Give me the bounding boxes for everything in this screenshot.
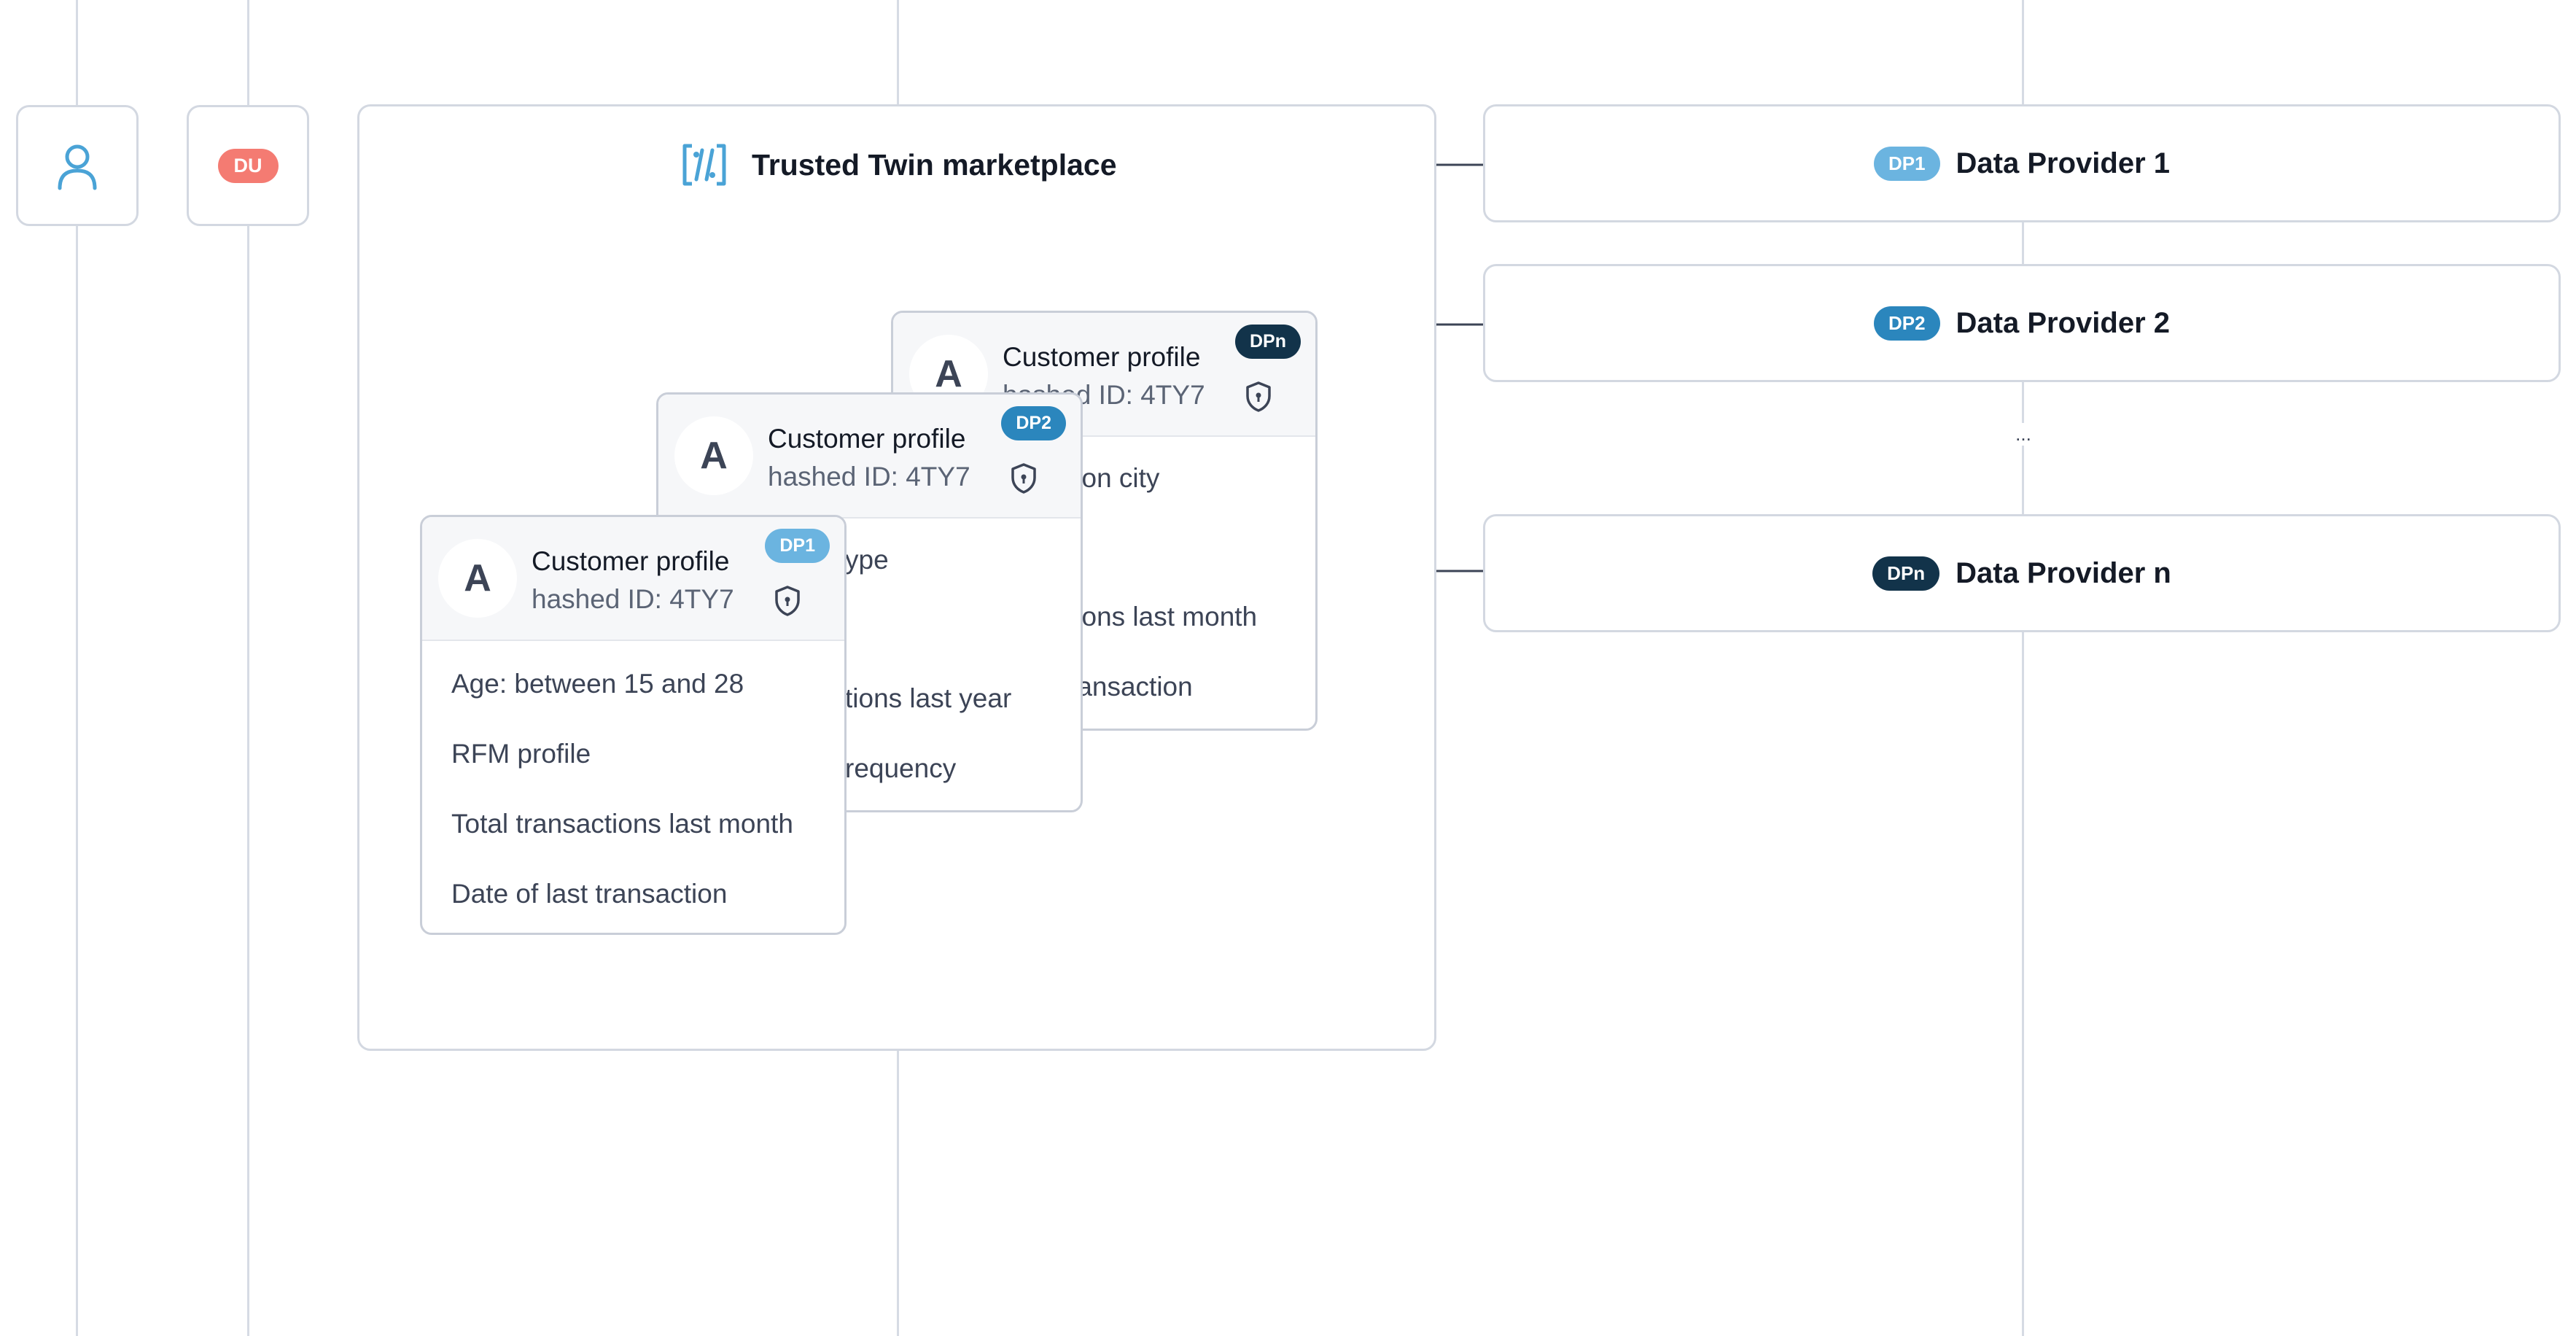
card-title: Customer profile bbox=[1003, 342, 1201, 372]
card-badge-dp1: DP1 bbox=[765, 529, 830, 563]
card-attribute: requency bbox=[845, 753, 957, 783]
user-icon bbox=[58, 144, 97, 190]
trusted-twin-logo-icon bbox=[682, 144, 726, 186]
provider-badge-dp2: DP2 bbox=[1873, 306, 1940, 341]
card-attribute: RFM profile bbox=[451, 739, 591, 769]
card-attribute: Age: between 15 and 28 bbox=[451, 669, 744, 699]
card-attribute: Total transactions last month bbox=[451, 809, 793, 839]
shield-icon bbox=[775, 586, 800, 616]
provider-name: Data Provider n bbox=[1956, 556, 2171, 589]
user-box bbox=[16, 105, 139, 226]
provider-box-dpn[interactable]: DPn Data Provider n bbox=[1483, 514, 2561, 632]
provider-badge-dpn: DPn bbox=[1872, 556, 1940, 591]
card-attribute: ransaction bbox=[1068, 672, 1193, 702]
provider-name: Data Provider 1 bbox=[1956, 147, 2171, 179]
provider-box-dp2[interactable]: DP2 Data Provider 2 bbox=[1483, 264, 2561, 382]
shield-icon bbox=[1246, 381, 1271, 412]
card-badge-dpn: DPn bbox=[1235, 325, 1301, 359]
card-badge-dp2: DP2 bbox=[1001, 406, 1066, 440]
card-attribute: Date of last transaction bbox=[451, 879, 728, 909]
provider-name: Data Provider 2 bbox=[1956, 306, 2171, 339]
data-user-box: DU bbox=[187, 105, 309, 226]
card-subtitle: hashed ID: 4TY7 bbox=[532, 584, 734, 614]
card-avatar: A bbox=[674, 416, 753, 495]
shield-icon bbox=[1011, 463, 1036, 494]
du-badge: DU bbox=[217, 148, 279, 183]
card-header: A Customer profile hashed ID: 4TY7 DP2 bbox=[658, 395, 1081, 519]
customer-profile-card-dp1[interactable]: A Customer profile hashed ID: 4TY7 DP1 A… bbox=[420, 515, 847, 935]
card-avatar: A bbox=[438, 539, 517, 618]
marketplace-title: Trusted Twin marketplace bbox=[752, 147, 1117, 182]
provider-badge-dp1: DP1 bbox=[1873, 146, 1940, 181]
card-title: Customer profile bbox=[532, 546, 730, 576]
card-attribute: tions last month bbox=[1068, 602, 1258, 632]
card-attribute: tions last year bbox=[845, 683, 1012, 713]
card-header: A Customer profile hashed ID: 4TY7 DP1 bbox=[422, 517, 844, 641]
marketplace-header: Trusted Twin marketplace bbox=[682, 143, 1117, 187]
card-attribute: ype bbox=[845, 545, 889, 575]
card-subtitle: hashed ID: 4TY7 bbox=[768, 462, 970, 492]
provider-box-dp1[interactable]: DP1 Data Provider 1 bbox=[1483, 104, 2561, 222]
providers-ellipsis: ... bbox=[1998, 423, 2049, 446]
card-title: Customer profile bbox=[768, 424, 966, 454]
